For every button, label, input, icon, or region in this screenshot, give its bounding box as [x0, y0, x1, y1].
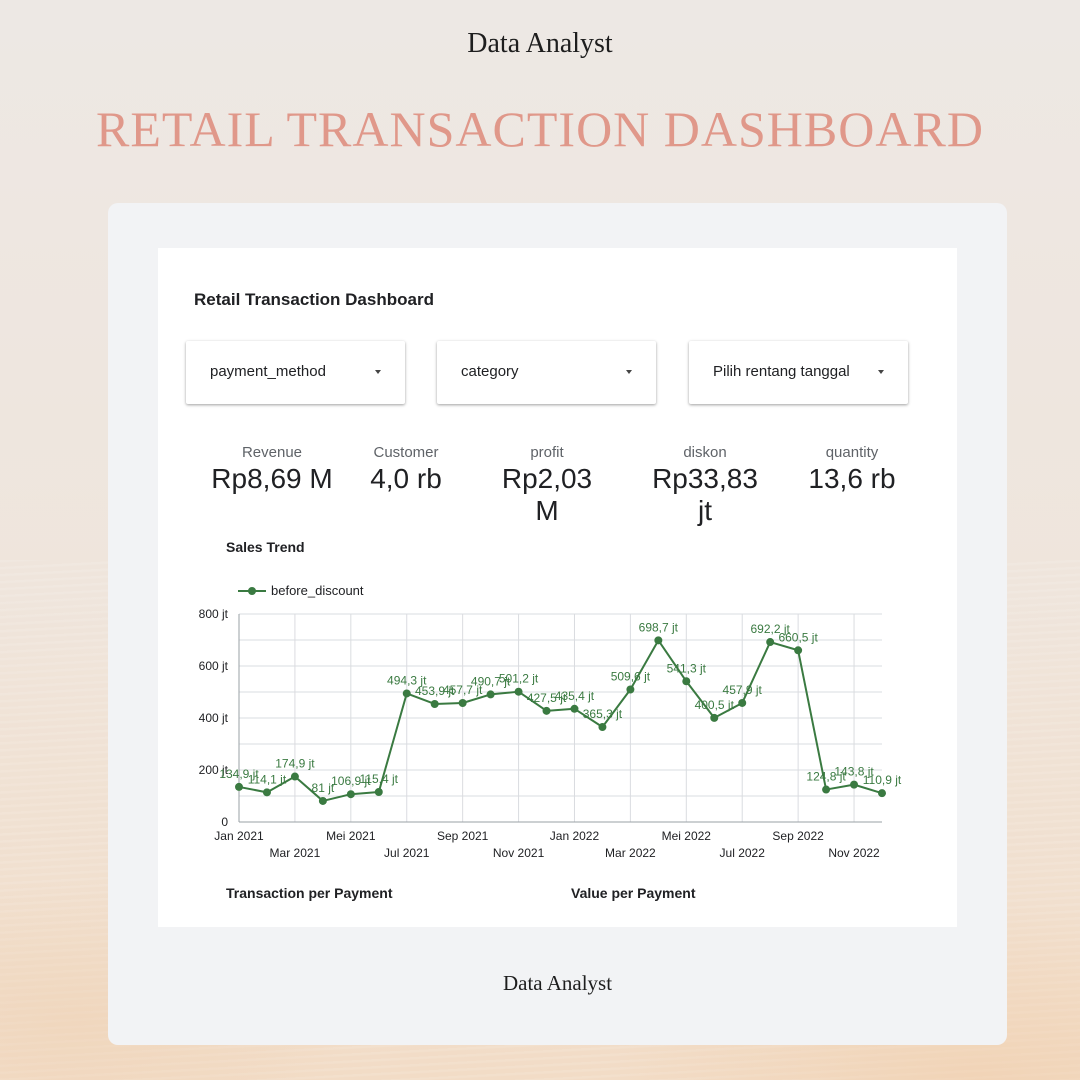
value-per-payment-title: Value per Payment: [571, 885, 696, 901]
data-label: 114,1 jt: [248, 772, 287, 786]
data-label: 400,5 jt: [695, 698, 735, 712]
y-tick-label: 800 jt: [199, 607, 229, 621]
data-point: [374, 787, 383, 796]
x-tick-label: Mar 2022: [605, 846, 656, 860]
x-tick-label: Nov 2022: [828, 846, 880, 860]
dashboard-frame: Retail Transaction Dashboard payment_met…: [108, 203, 1007, 1045]
data-label: 110,9 jt: [863, 773, 902, 787]
data-point: [654, 636, 663, 645]
data-label: 365,3 jt: [583, 707, 623, 721]
data-label: 660,5 jt: [778, 630, 818, 644]
y-tick-label: 400 jt: [199, 711, 229, 725]
data-point: [738, 698, 747, 707]
data-label: 509,6 jt: [611, 670, 651, 684]
data-point: [878, 789, 886, 798]
data-point: [682, 677, 691, 686]
x-tick-label: Nov 2021: [493, 846, 545, 860]
legend-marker-icon: [248, 587, 256, 595]
data-point: [850, 780, 859, 789]
data-point: [626, 685, 635, 694]
y-tick-label: 600 jt: [199, 659, 229, 673]
data-point: [794, 646, 803, 655]
data-point: [402, 689, 411, 698]
data-label: 698,7 jt: [639, 620, 679, 634]
x-tick-label: Sep 2022: [772, 829, 824, 843]
data-point: [430, 699, 439, 708]
data-label: 457,9 jt: [723, 683, 763, 697]
data-point: [318, 796, 327, 805]
report-page: Retail Transaction Dashboard payment_met…: [158, 248, 957, 927]
data-point: [598, 723, 607, 732]
data-label: 115,4 jt: [360, 772, 399, 786]
data-point: [766, 638, 775, 647]
data-label: 501,2 jt: [499, 672, 539, 686]
sales-trend-chart: 0200 jt400 jt600 jt800 jtJan 2021 Mei 202…: [199, 583, 902, 860]
transaction-per-payment-title: Transaction per Payment: [226, 885, 393, 901]
x-tick-label: Jan 2021: [214, 829, 264, 843]
headline-title: RETAIL TRANSACTION DASHBOARD: [96, 101, 984, 157]
data-label: 435,4 jt: [555, 689, 595, 703]
x-tick-label: Mei 2022: [662, 829, 712, 843]
data-point: [486, 690, 495, 699]
data-point: [290, 772, 299, 781]
data-point: [514, 687, 523, 696]
legend-label: before_discount: [271, 583, 364, 598]
data-point: [458, 698, 467, 707]
data-point: [346, 790, 355, 799]
y-tick-label: 0: [221, 815, 228, 829]
data-point: [262, 788, 271, 797]
x-tick-label: Jul 2022: [720, 846, 766, 860]
bottom-brand-label: Data Analyst: [502, 971, 613, 995]
data-point: [822, 785, 831, 794]
data-point: [710, 713, 719, 722]
data-point: [235, 782, 243, 791]
x-tick-label: Jan 2022: [550, 829, 600, 843]
x-tick-label: Mar 2021: [270, 846, 321, 860]
data-label: 541,3 jt: [667, 661, 707, 675]
data-label: 174,9 jt: [275, 757, 315, 771]
x-tick-label: Mei 2021: [326, 829, 376, 843]
x-tick-label: Jul 2021: [384, 846, 430, 860]
data-point: [570, 704, 579, 713]
data-point: [542, 706, 551, 715]
top-brand-label: Data Analyst: [467, 28, 613, 59]
x-tick-label: Sep 2021: [437, 829, 489, 843]
